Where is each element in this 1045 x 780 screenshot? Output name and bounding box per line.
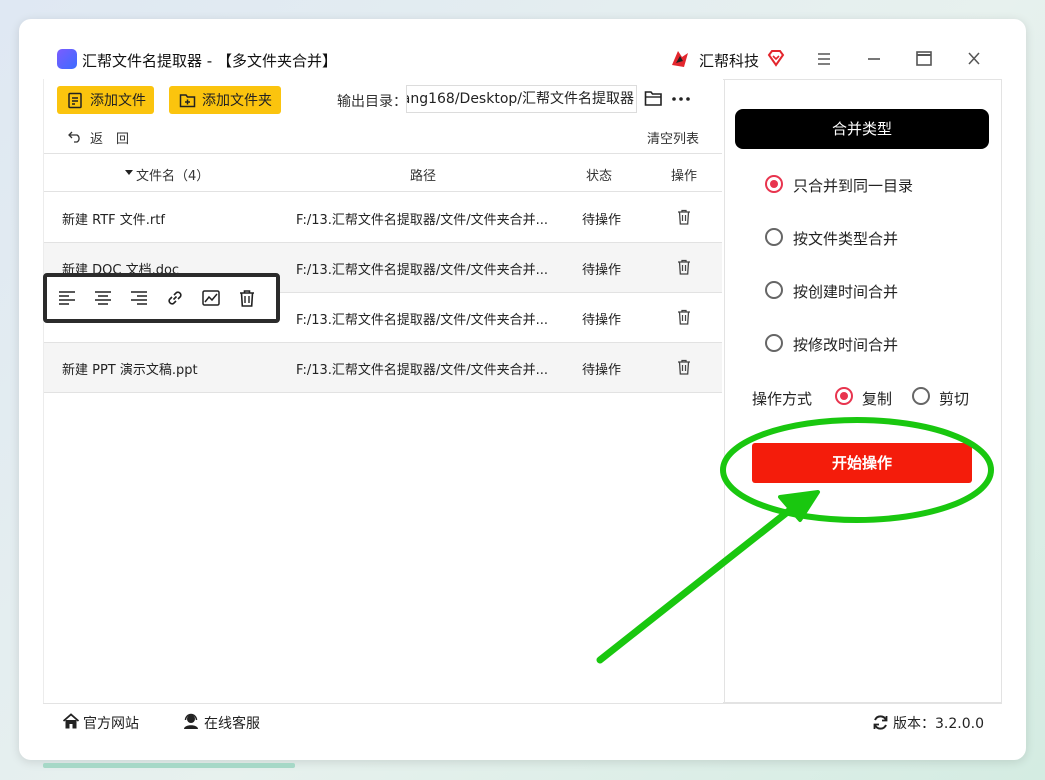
refresh-icon[interactable] — [872, 714, 889, 731]
annotation-overlay — [596, 417, 994, 664]
highlight-ellipse — [720, 417, 994, 523]
pointer-arrow-line — [596, 506, 794, 664]
footer-divider — [43, 703, 1002, 704]
customer-service-icon — [182, 713, 200, 730]
home-icon — [62, 713, 80, 730]
version-text: 版本：3.2.0.0 — [893, 716, 984, 732]
official-website-link[interactable]: 官方网站 — [83, 713, 139, 733]
online-support-link[interactable]: 在线客服 — [204, 713, 260, 733]
